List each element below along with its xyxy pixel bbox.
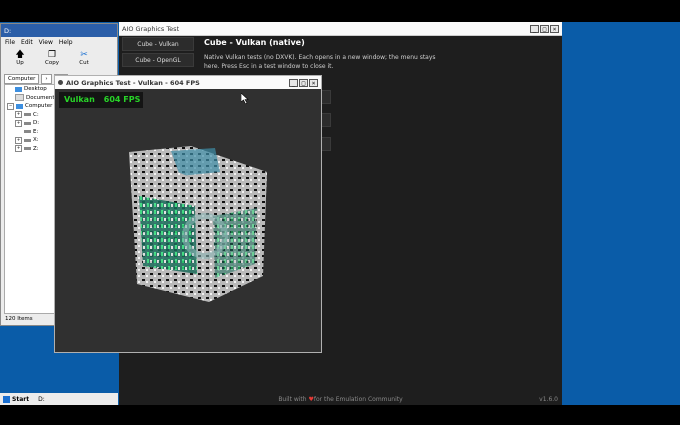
- cut-label: Cut: [79, 60, 89, 66]
- scissors-icon: ✂: [80, 50, 88, 60]
- cube-opengl-button[interactable]: Cube - OpenGL: [122, 53, 194, 67]
- breadcrumb-separator-icon[interactable]: ›: [41, 74, 52, 84]
- up-button[interactable]: 🡅 Up: [9, 50, 31, 70]
- test-description: Native Vulkan tests (no DXVK). Each open…: [204, 54, 436, 70]
- copy-icon: ❐: [47, 50, 57, 60]
- footer-prefix: Built with: [278, 396, 309, 403]
- menu-view[interactable]: View: [39, 39, 53, 46]
- expand-icon[interactable]: +: [15, 119, 22, 127]
- vulkan-window-title: AIO Graphics Test - Vulkan - 604 FPS: [66, 78, 200, 87]
- api-label: Vulkan: [64, 95, 95, 104]
- close-icon[interactable]: ×: [550, 24, 559, 33]
- taskbar: Start D:: [0, 393, 118, 405]
- cube-vulkan-button[interactable]: Cube - Vulkan: [122, 37, 194, 51]
- menu-edit[interactable]: Edit: [21, 39, 33, 46]
- menu-file[interactable]: File: [5, 39, 15, 46]
- vulkan-test-window: AIO Graphics Test - Vulkan - 604 FPS _ □…: [54, 75, 322, 353]
- expand-icon[interactable]: +: [15, 145, 22, 153]
- tree-item-label: Z:: [33, 145, 39, 152]
- minimize-icon[interactable]: _: [530, 24, 539, 33]
- footer-credits: Built with ♥for the Emulation Community: [119, 396, 562, 403]
- explorer-titlebar[interactable]: D:: [1, 24, 117, 37]
- copy-button[interactable]: ❐ Copy: [41, 50, 63, 70]
- start-button[interactable]: Start: [0, 395, 32, 403]
- cut-button[interactable]: ✂ Cut: [73, 50, 95, 70]
- tree-item-label: C:: [33, 111, 39, 118]
- version-label: v1.6.0: [539, 396, 558, 403]
- main-title: AIO Graphics Test: [122, 24, 180, 33]
- expand-icon[interactable]: +: [15, 111, 22, 119]
- computer-icon: [16, 103, 23, 109]
- collapse-icon[interactable]: −: [7, 102, 14, 110]
- copy-label: Copy: [45, 60, 59, 66]
- mouse-cursor-icon: [241, 93, 249, 104]
- app-icon: [58, 80, 63, 85]
- drive-icon: [24, 113, 31, 117]
- main-titlebar[interactable]: AIO Graphics Test _ □ ×: [119, 22, 562, 36]
- footer-suffix: for the Emulation Community: [313, 396, 403, 403]
- taskbar-item-explorer[interactable]: D:: [38, 396, 45, 403]
- test-heading: Cube - Vulkan (native): [204, 38, 305, 47]
- breadcrumb-computer[interactable]: Computer: [4, 74, 40, 84]
- tree-item-label: X:: [33, 137, 39, 144]
- maximize-icon[interactable]: □: [540, 24, 549, 33]
- up-label: Up: [16, 60, 24, 66]
- tree-item-label: E:: [33, 128, 39, 135]
- menu-help[interactable]: Help: [59, 39, 73, 46]
- drive-icon: [24, 130, 31, 134]
- vulkan-titlebar[interactable]: AIO Graphics Test - Vulkan - 604 FPS _ □…: [55, 76, 321, 89]
- drive-icon: [24, 121, 31, 125]
- folder-icon: [15, 94, 24, 102]
- start-logo-icon: [3, 395, 10, 403]
- rendered-cube: [129, 146, 267, 302]
- minimize-icon[interactable]: _: [289, 78, 298, 87]
- explorer-menubar: File Edit View Help: [1, 37, 117, 48]
- tree-item-label: D:: [33, 120, 40, 127]
- explorer-title: D:: [4, 26, 12, 35]
- tree-item-label: Desktop: [24, 86, 47, 93]
- close-icon[interactable]: ×: [309, 78, 318, 87]
- expand-icon[interactable]: +: [15, 136, 22, 144]
- tree-item-label: Documents: [26, 94, 58, 101]
- cube-logo-front: [139, 196, 197, 274]
- drive-icon: [24, 147, 31, 151]
- folder-icon: [15, 86, 22, 92]
- maximize-icon[interactable]: □: [299, 78, 308, 87]
- fps-counter: 604 FPS: [103, 95, 141, 104]
- drive-icon: [24, 138, 31, 142]
- arrow-up-icon: 🡅: [15, 50, 25, 60]
- start-label: Start: [12, 395, 30, 403]
- explorer-toolbar: 🡅 Up ❐ Copy ✂ Cut: [1, 48, 117, 72]
- tree-item-label: Computer: [25, 103, 53, 110]
- fps-overlay: Vulkan 604 FPS: [59, 92, 143, 108]
